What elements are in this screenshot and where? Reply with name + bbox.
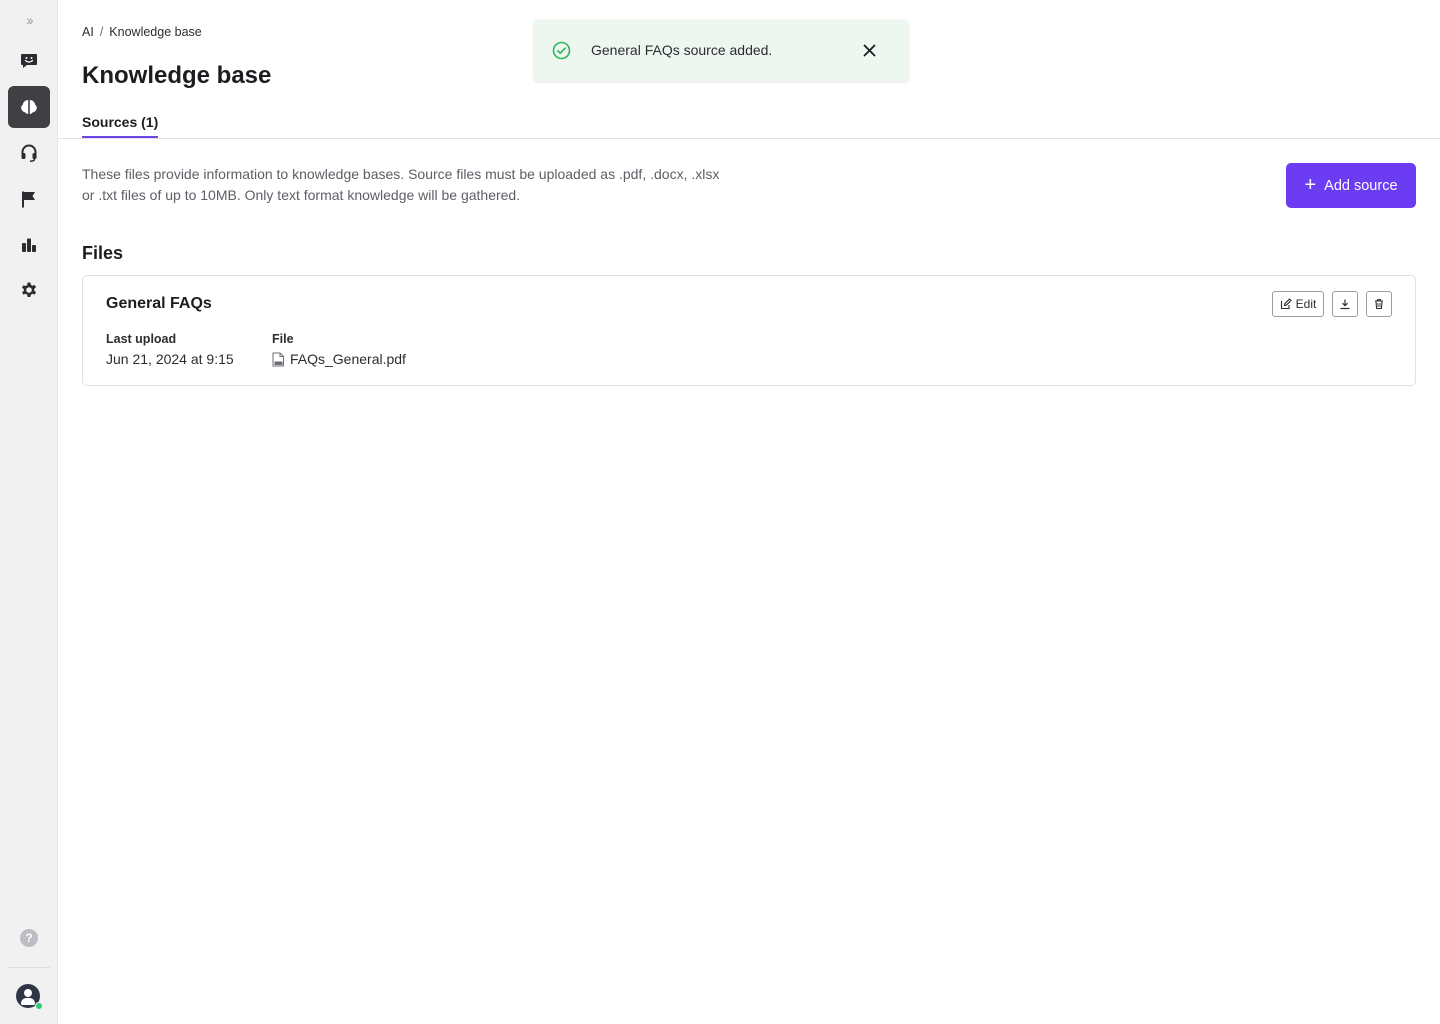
check-circle-icon [552, 41, 571, 60]
sidebar-item-ai[interactable] [8, 86, 50, 128]
bar-chart-icon [22, 238, 36, 252]
close-icon[interactable] [858, 39, 880, 61]
tab-bar: Sources (1) [58, 112, 1440, 139]
tab-sources[interactable]: Sources (1) [82, 114, 159, 138]
breadcrumb-current: Knowledge base [109, 25, 202, 39]
file-card-actions: Edit [1272, 291, 1392, 317]
delete-button[interactable] [1366, 291, 1392, 317]
chat-smile-icon [21, 54, 37, 68]
file-field: File FAQs_General.pdf [272, 332, 406, 367]
sidebar-item-flags[interactable] [8, 178, 50, 220]
file-link[interactable]: FAQs_General.pdf [272, 351, 406, 367]
file-card: General FAQs Edit Last upload Jun 21, 20… [82, 275, 1416, 386]
user-avatar-icon[interactable] [16, 984, 43, 1010]
download-button[interactable] [1332, 291, 1358, 317]
page-title: Knowledge base [82, 62, 272, 89]
flag-icon [22, 191, 35, 208]
help-icon[interactable]: ? [20, 929, 38, 947]
sidebar-item-settings[interactable] [8, 270, 50, 312]
edit-label: Edit [1295, 297, 1317, 311]
headset-icon [21, 144, 37, 162]
edit-button[interactable]: Edit [1272, 291, 1324, 317]
main-content: AI / Knowledge base Knowledge base Sourc… [58, 0, 1440, 1024]
file-name: FAQs_General.pdf [290, 351, 406, 367]
breadcrumb-separator: / [99, 25, 104, 39]
download-icon [1340, 299, 1350, 310]
breadcrumb-parent-link[interactable]: AI [82, 25, 94, 39]
online-status-dot [35, 1002, 43, 1010]
sidebar-item-conversations[interactable] [8, 40, 50, 82]
sidebar-divider [8, 967, 50, 968]
toast-message: General FAQs source added. [591, 42, 773, 58]
sources-description: These files provide information to knowl… [82, 166, 720, 203]
last-upload-label: Last upload [106, 332, 177, 346]
trash-icon [1375, 299, 1383, 310]
add-source-label: Add source [1324, 177, 1398, 194]
sidebar-item-reports[interactable] [8, 224, 50, 266]
success-toast: General FAQs source added. [534, 20, 908, 81]
breadcrumb: AI / Knowledge base [82, 25, 202, 39]
brain-icon [21, 100, 37, 114]
last-upload-value: Jun 21, 2024 at 9:15 [106, 351, 234, 367]
sidebar: ›› ? [0, 0, 58, 1024]
last-upload-field: Last upload Jun 21, 2024 at 9:15 [106, 332, 234, 367]
plus-icon: + [1304, 173, 1317, 196]
add-source-button[interactable]: + Add source [1286, 163, 1416, 208]
files-section-title: Files [82, 243, 124, 263]
file-card-title: General FAQs [106, 295, 212, 312]
gear-icon [22, 282, 36, 297]
edit-icon [1280, 298, 1292, 310]
pdf-file-icon [272, 352, 284, 366]
sidebar-item-support[interactable] [8, 132, 50, 174]
double-chevron-right-icon[interactable]: ›› [20, 10, 38, 30]
file-label: File [272, 332, 294, 346]
